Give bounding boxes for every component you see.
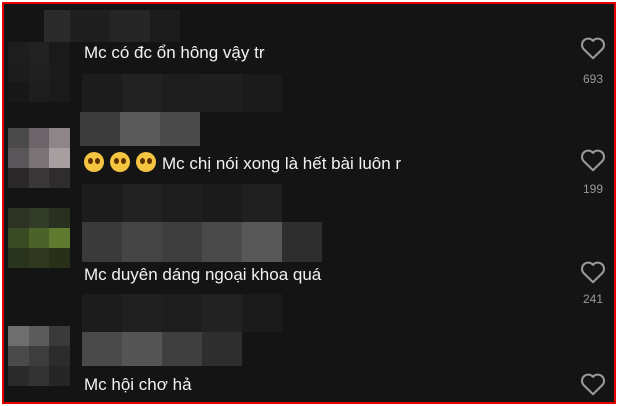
blurred-reply-row [82, 294, 282, 332]
like-heart-icon[interactable] [580, 372, 606, 396]
like-count: 199 [582, 182, 604, 196]
pleading-face-icon [136, 152, 156, 172]
like-heart-icon[interactable] [580, 36, 606, 60]
like-heart-icon[interactable] [580, 148, 606, 172]
comment-text: Mc chị nói xong là hết bài luôn r [84, 152, 401, 175]
like-count: 241 [582, 292, 604, 306]
avatar[interactable] [8, 208, 70, 268]
comment-panel: Mc có đc ổn hông vậy tr 693 Mc chị nói x… [2, 2, 616, 404]
comment-text: Mc hội chơ hả [84, 375, 192, 394]
comment-text: Mc duyên dáng ngoại khoa quá [84, 265, 322, 284]
pleading-face-icon [110, 152, 130, 172]
avatar[interactable] [8, 42, 70, 102]
blurred-reply-row [82, 74, 282, 112]
blurred-reply-row [82, 184, 282, 222]
like-count: 693 [582, 72, 604, 86]
blurred-username [82, 222, 322, 262]
comment-text-body: Mc chị nói xong là hết bài luôn r [162, 154, 402, 173]
like-heart-icon[interactable] [580, 260, 606, 284]
blurred-username [82, 332, 242, 366]
avatar[interactable] [8, 326, 70, 386]
avatar[interactable] [8, 128, 70, 188]
blurred-username [44, 10, 180, 42]
pleading-face-icon [84, 152, 104, 172]
blurred-username [80, 112, 200, 146]
comment-text: Mc có đc ổn hông vậy tr [84, 43, 265, 62]
